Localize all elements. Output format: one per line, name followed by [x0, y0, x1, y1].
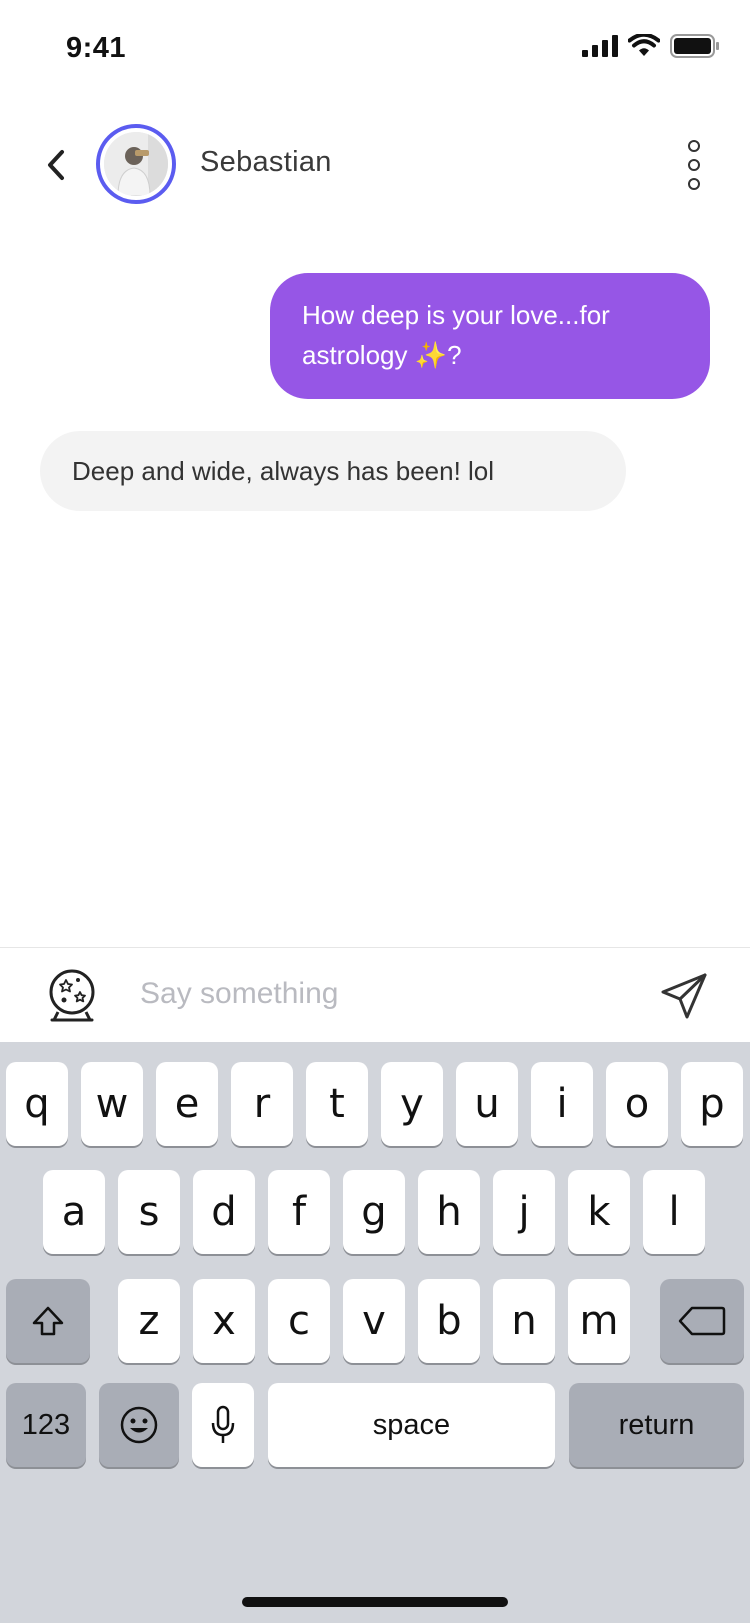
- home-indicator[interactable]: [242, 1597, 508, 1607]
- key-v[interactable]: v: [343, 1279, 405, 1363]
- send-button[interactable]: [658, 970, 710, 1022]
- key-k[interactable]: k: [568, 1170, 630, 1254]
- key-o[interactable]: o: [606, 1062, 668, 1146]
- contact-name[interactable]: Sebastian: [200, 146, 332, 179]
- key-y[interactable]: y: [381, 1062, 443, 1146]
- key-x[interactable]: x: [193, 1279, 255, 1363]
- key-b[interactable]: b: [418, 1279, 480, 1363]
- emoji-key[interactable]: [99, 1383, 179, 1467]
- key-l[interactable]: l: [643, 1170, 705, 1254]
- delete-icon: [678, 1306, 726, 1336]
- outgoing-message[interactable]: How deep is your love...for astrology ✨?: [270, 273, 710, 399]
- key-g[interactable]: g: [343, 1170, 405, 1254]
- key-p[interactable]: p: [681, 1062, 743, 1146]
- key-c[interactable]: c: [268, 1279, 330, 1363]
- key-z[interactable]: z: [118, 1279, 180, 1363]
- shift-icon: [32, 1306, 64, 1336]
- key-r[interactable]: r: [231, 1062, 293, 1146]
- crystal-ball-button[interactable]: [44, 968, 100, 1026]
- key-m[interactable]: m: [568, 1279, 630, 1363]
- key-i[interactable]: i: [531, 1062, 593, 1146]
- key-s[interactable]: s: [118, 1170, 180, 1254]
- shift-key[interactable]: [6, 1279, 90, 1363]
- key-u[interactable]: u: [456, 1062, 518, 1146]
- delete-key[interactable]: [660, 1279, 744, 1363]
- wifi-icon: [628, 34, 660, 56]
- key-a[interactable]: a: [43, 1170, 105, 1254]
- key-j[interactable]: j: [493, 1170, 555, 1254]
- space-key[interactable]: space: [268, 1383, 555, 1467]
- key-h[interactable]: h: [418, 1170, 480, 1254]
- more-vertical-icon: [688, 140, 700, 152]
- message-input[interactable]: [140, 972, 640, 1016]
- return-key[interactable]: return: [569, 1383, 744, 1467]
- key-d[interactable]: d: [193, 1170, 255, 1254]
- numbers-key[interactable]: 123: [6, 1383, 86, 1467]
- key-q[interactable]: q: [6, 1062, 68, 1146]
- status-bar: 9:41: [0, 0, 750, 100]
- incoming-message[interactable]: Deep and wide, always has been! lol: [40, 431, 626, 511]
- crystal-ball-icon: [49, 969, 95, 1022]
- microphone-icon: [211, 1405, 235, 1443]
- chat-header: Sebastian: [0, 110, 750, 220]
- key-e[interactable]: e: [156, 1062, 218, 1146]
- battery-icon: [670, 34, 719, 58]
- cellular-signal-icon: [582, 35, 618, 57]
- more-options-button[interactable]: [682, 140, 706, 190]
- send-icon: [661, 973, 707, 1019]
- key-w[interactable]: w: [81, 1062, 143, 1146]
- avatar-photo: [104, 132, 168, 196]
- back-button[interactable]: [36, 140, 76, 190]
- message-composer: [0, 947, 750, 1042]
- dictation-key[interactable]: [192, 1383, 254, 1467]
- back-chevron-icon: [48, 150, 64, 180]
- emoji-icon: [120, 1406, 158, 1444]
- status-time: 9:41: [66, 32, 127, 64]
- key-n[interactable]: n: [493, 1279, 555, 1363]
- status-icons: [582, 34, 720, 58]
- key-f[interactable]: f: [268, 1170, 330, 1254]
- key-t[interactable]: t: [306, 1062, 368, 1146]
- contact-avatar[interactable]: [96, 124, 176, 204]
